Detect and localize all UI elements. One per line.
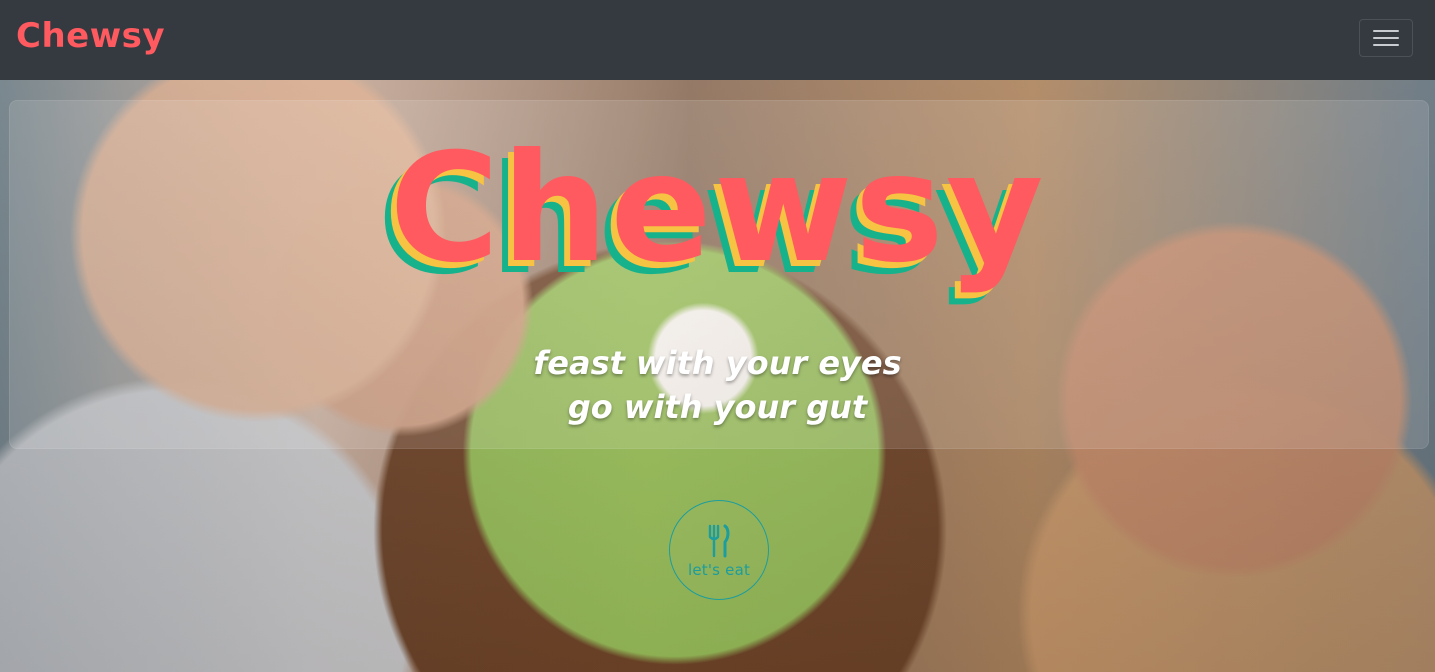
brand-logo-link[interactable]: Chewsy bbox=[16, 14, 165, 58]
lets-eat-label: let's eat bbox=[687, 560, 751, 579]
hamburger-icon bbox=[1373, 28, 1399, 48]
hero-title: Chewsy bbox=[389, 122, 1046, 296]
tagline-line-1: feast with your eyes bbox=[533, 344, 902, 382]
lets-eat-button[interactable]: let's eat bbox=[669, 500, 769, 600]
fork-knife-icon bbox=[708, 524, 730, 557]
top-navbar: Chewsy bbox=[0, 0, 1435, 80]
page: Chewsy Chewsy feast with your eyes go wi… bbox=[0, 0, 1435, 672]
hero-section: Chewsy feast with your eyes go with your… bbox=[0, 80, 1435, 672]
menu-toggle-button[interactable] bbox=[1359, 19, 1413, 57]
tagline-line-2: go with your gut bbox=[567, 388, 868, 426]
